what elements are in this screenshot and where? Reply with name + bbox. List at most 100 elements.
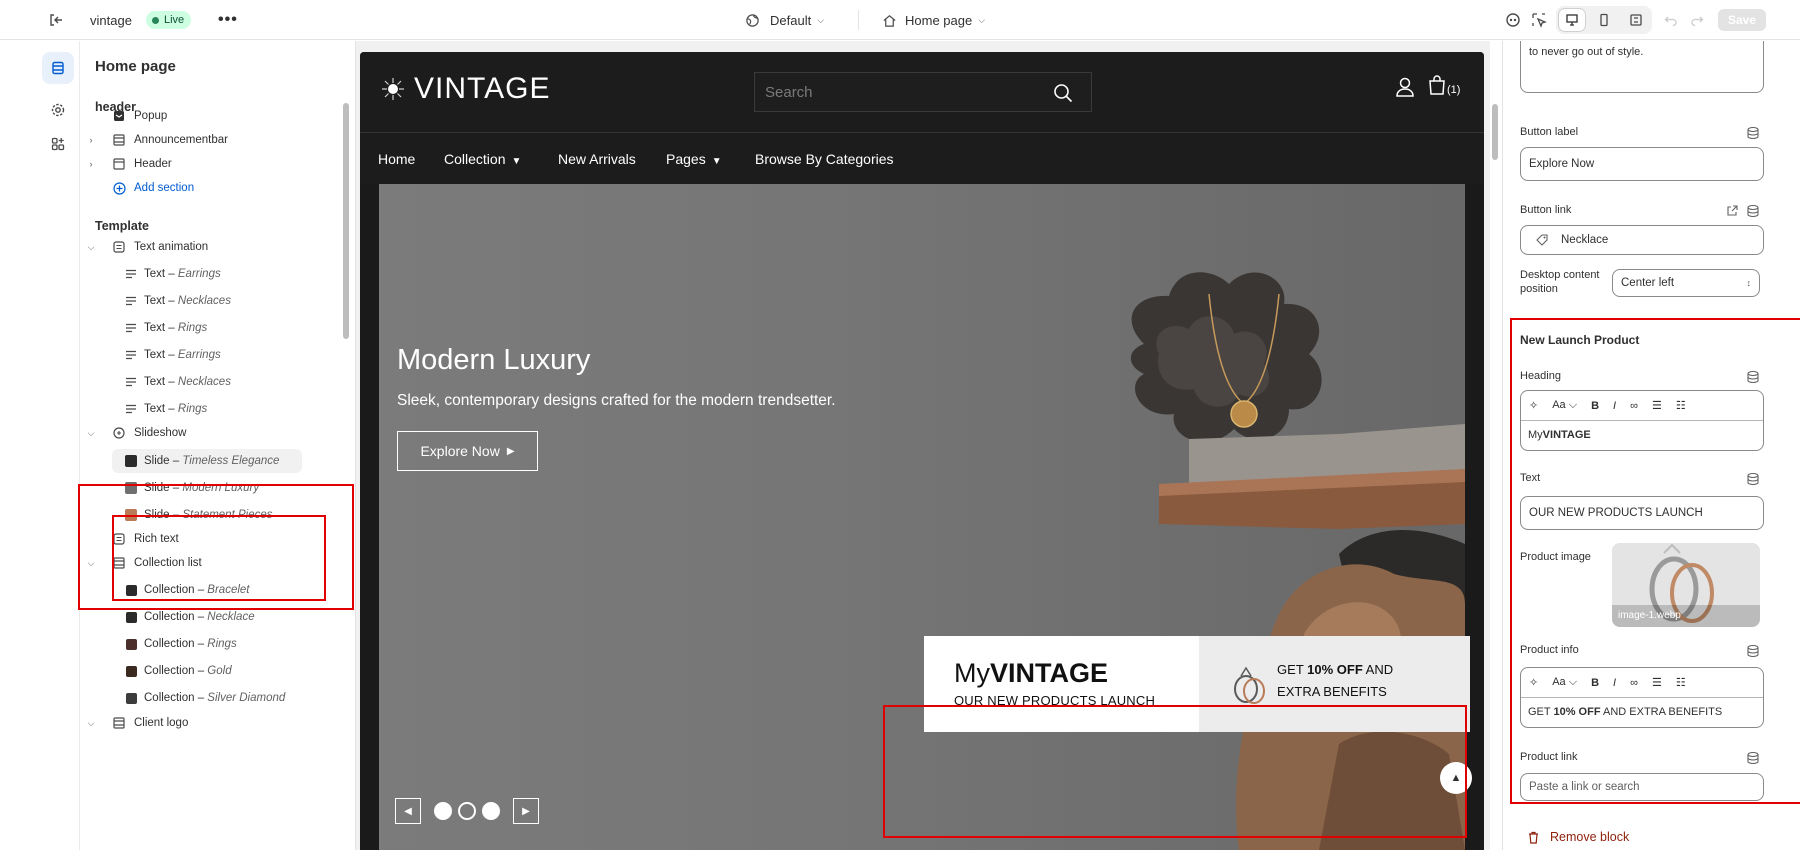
tree-item-collection-list[interactable]: ⌵ Collection list <box>80 551 340 575</box>
tree-item-text-4[interactable]: Text – Earrings <box>80 343 340 367</box>
dynamic-source-icon[interactable] <box>1746 370 1760 384</box>
external-link-icon[interactable] <box>1725 204 1739 218</box>
chevron-right-icon[interactable]: › <box>86 159 96 169</box>
nav-new-arrivals[interactable]: New Arrivals <box>558 151 636 167</box>
mobile-view-icon[interactable] <box>1591 9 1617 31</box>
bold-icon[interactable]: B <box>1591 677 1599 689</box>
slide-thumbnail-icon <box>124 508 138 522</box>
slide-dot-3[interactable] <box>482 802 500 820</box>
dynamic-source-icon[interactable] <box>1746 126 1760 140</box>
tree-item-slideshow[interactable]: ⌵ Slideshow <box>80 421 340 445</box>
site-logo[interactable]: VINTAGE <box>380 72 550 106</box>
dynamic-source-icon[interactable] <box>1746 204 1760 218</box>
slide-text-field[interactable]: to never go out of style. <box>1520 41 1764 93</box>
chevron-down-icon[interactable]: ⌵ <box>86 718 96 729</box>
desktop-view-icon[interactable] <box>1559 9 1585 31</box>
nav-pages[interactable]: Pages ▼ <box>666 151 722 167</box>
bullet-list-icon[interactable]: ☰ <box>1652 676 1662 689</box>
dynamic-source-icon[interactable] <box>1746 751 1760 765</box>
tree-item-collection-3[interactable]: Collection – Rings <box>80 632 340 656</box>
panel-scrollbar-thumb[interactable] <box>343 103 349 339</box>
product-image-picker[interactable]: image-1.webp <box>1612 543 1760 627</box>
link-icon[interactable]: ∞ <box>1630 400 1638 412</box>
undo-icon[interactable] <box>1660 9 1682 31</box>
tree-item-collection-1[interactable]: Collection – Bracelet <box>80 578 340 602</box>
tree-item-slide-1[interactable]: Slide – Timeless Elegance <box>112 449 302 473</box>
search-icon[interactable] <box>1053 83 1073 103</box>
inspector-icon[interactable] <box>1528 9 1550 31</box>
link-icon[interactable]: ∞ <box>1630 677 1638 689</box>
tree-item-header[interactable]: › Header <box>80 152 340 176</box>
nav-collection[interactable]: Collection ▼ <box>444 151 521 167</box>
bullet-list-icon[interactable]: ☰ <box>1652 399 1662 412</box>
more-actions-button[interactable]: ••• <box>218 0 238 40</box>
tree-item-prefix: Text – <box>144 376 178 388</box>
site-search-input[interactable]: Search <box>754 72 1092 112</box>
slide-dot-1[interactable] <box>434 802 452 820</box>
tree-item-client-logo[interactable]: ⌵ Client logo <box>80 711 340 735</box>
product-link-input[interactable]: Paste a link or search <box>1520 773 1764 801</box>
preview-scrollbar-thumb[interactable] <box>1492 104 1498 160</box>
nav-browse-categories[interactable]: Browse By Categories <box>755 151 894 167</box>
chevron-right-icon[interactable]: › <box>86 135 96 145</box>
exit-icon[interactable] <box>48 0 64 40</box>
redo-icon[interactable] <box>1686 9 1708 31</box>
tree-item-popup[interactable]: Popup <box>80 104 340 128</box>
font-size-icon[interactable]: Aa ⌵ <box>1552 399 1577 412</box>
save-button[interactable]: Save <box>1718 9 1766 31</box>
page-selector[interactable]: Home page ⌵ <box>882 0 985 40</box>
product-info-richtext-editor[interactable]: ✧ Aa ⌵ B I ∞ ☰ ☷ GET 10% OFF AND EXTRA B… <box>1520 667 1764 728</box>
remove-block-button[interactable]: Remove block <box>1527 830 1629 844</box>
italic-icon[interactable]: I <box>1613 400 1616 412</box>
hero-explore-button[interactable]: Explore Now ▶ <box>397 431 538 471</box>
sections-icon[interactable] <box>42 52 74 84</box>
tree-item-announcementbar[interactable]: › Announcementbar <box>80 128 340 152</box>
tree-item-text-6[interactable]: Text – Rings <box>80 397 340 421</box>
magic-icon[interactable]: ✧ <box>1529 399 1538 412</box>
scroll-to-top-icon[interactable]: ▲ <box>1440 762 1472 794</box>
next-slide-icon[interactable]: ▶ <box>513 798 539 824</box>
button-label-input[interactable]: Explore Now <box>1520 147 1764 181</box>
theme-settings-gear-icon[interactable] <box>42 94 74 126</box>
slide-dot-2[interactable] <box>458 802 476 820</box>
theme-selector[interactable]: Default ⌵ <box>745 0 824 40</box>
tree-item-text-5[interactable]: Text – Necklaces <box>80 370 340 394</box>
button-link-input[interactable]: Necklace <box>1520 225 1764 255</box>
tree-item-collection-5[interactable]: Collection – Silver Diamond <box>80 686 340 710</box>
tree-item-name: Rings <box>207 638 237 650</box>
add-section-button[interactable]: Add section <box>80 176 340 200</box>
prev-slide-icon[interactable]: ◀ <box>395 798 421 824</box>
chevron-down-icon[interactable]: ⌵ <box>86 558 96 569</box>
new-launch-product-card[interactable]: MyVINTAGE OUR NEW PRODUCTS LAUNCH GET 10… <box>924 636 1470 732</box>
tree-item-rich-text[interactable]: Rich text <box>80 527 340 551</box>
tree-item-collection-2[interactable]: Collection – Necklace <box>80 605 340 629</box>
apps-icon[interactable] <box>42 128 74 160</box>
italic-icon[interactable]: I <box>1613 677 1616 689</box>
heading-richtext-editor[interactable]: ✧ Aa ⌵ B I ∞ ☰ ☷ MyVINTAGE <box>1520 390 1764 451</box>
tree-item-slide-2[interactable]: Slide – Modern Luxury <box>80 476 340 500</box>
numbered-list-icon[interactable]: ☷ <box>1676 399 1686 412</box>
dynamic-source-icon[interactable] <box>1746 644 1760 658</box>
tree-item-text-animation[interactable]: ⌵ Text animation <box>80 235 340 259</box>
bold-icon[interactable]: B <box>1591 400 1599 412</box>
tree-item-text-2[interactable]: Text – Necklaces <box>80 289 340 313</box>
fullscreen-view-icon[interactable] <box>1623 9 1649 31</box>
tree-item-text-3[interactable]: Text – Rings <box>80 316 340 340</box>
chevron-down-icon[interactable]: ⌵ <box>86 428 96 439</box>
dynamic-source-icon[interactable] <box>1746 472 1760 486</box>
account-icon[interactable] <box>1395 76 1415 98</box>
sidebar-rail <box>38 41 80 850</box>
text-input[interactable]: OUR NEW PRODUCTS LAUNCH <box>1520 496 1764 530</box>
cart-icon[interactable]: (1) <box>1428 74 1460 96</box>
ai-assistant-icon[interactable] <box>1502 9 1524 31</box>
desktop-position-select[interactable]: Center left ↕ <box>1612 269 1760 297</box>
chevron-down-icon[interactable]: ⌵ <box>86 242 96 253</box>
font-size-icon[interactable]: Aa ⌵ <box>1552 676 1577 689</box>
tree-item-slide-3[interactable]: Slide – Statement Pieces <box>80 503 340 527</box>
richtext-toolbar: ✧ Aa ⌵ B I ∞ ☰ ☷ <box>1521 391 1763 421</box>
magic-icon[interactable]: ✧ <box>1529 676 1538 689</box>
tree-item-collection-4[interactable]: Collection – Gold <box>80 659 340 683</box>
tree-item-text-1[interactable]: Text – Earrings <box>80 262 340 286</box>
nav-home[interactable]: Home <box>378 151 415 167</box>
numbered-list-icon[interactable]: ☷ <box>1676 676 1686 689</box>
